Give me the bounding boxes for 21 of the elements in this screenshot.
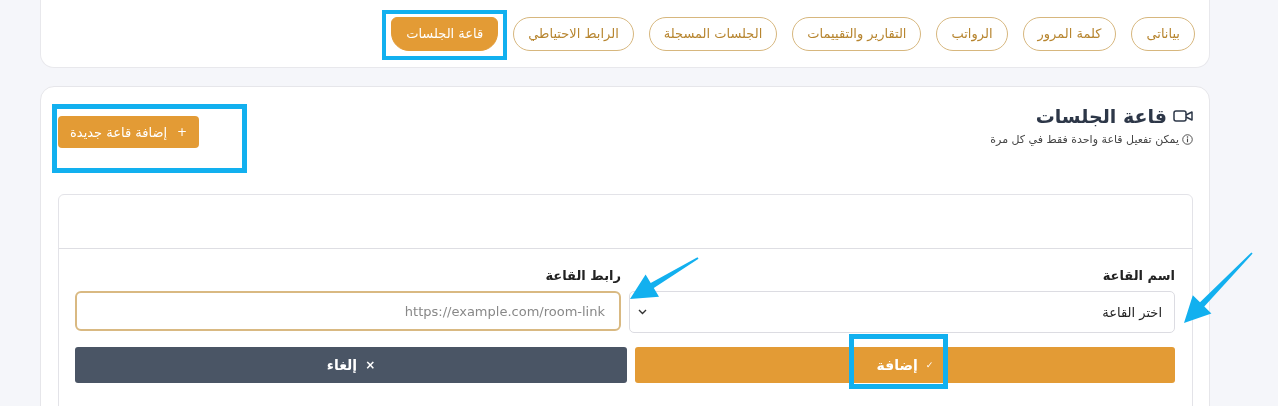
cancel-button[interactable]: × إلغاء bbox=[75, 347, 627, 383]
add-room-button[interactable]: + إضافة قاعة جديدة bbox=[58, 116, 200, 148]
room-select[interactable]: اختر القاعة bbox=[629, 291, 1175, 333]
video-camera-icon bbox=[1173, 109, 1193, 123]
info-icon bbox=[1182, 134, 1193, 145]
tab[interactable]: كلمة المرور bbox=[1022, 16, 1117, 51]
section-title: قاعة الجلسات bbox=[1035, 105, 1167, 127]
tab[interactable]: بياناتى bbox=[1131, 16, 1195, 51]
field-label: رابط القاعة bbox=[544, 268, 621, 283]
tab[interactable]: الرابط الاحتياطي bbox=[513, 16, 634, 51]
tab[interactable]: قاعة الجلسات bbox=[391, 16, 499, 51]
tab[interactable]: التقارير والتقييمات bbox=[792, 16, 922, 51]
tab[interactable]: الرواتب bbox=[936, 16, 1008, 51]
pointer-arrow bbox=[630, 257, 699, 299]
add-button[interactable]: ✓ إضافة bbox=[635, 347, 1175, 383]
hint-text: يمكن تفعيل قاعة واحدة فقط في كل مرة bbox=[990, 133, 1179, 146]
chevron-down-icon bbox=[638, 309, 647, 315]
tab[interactable]: الجلسات المسجلة bbox=[648, 16, 778, 51]
room-link-field[interactable]: https://example.com/room-link bbox=[75, 291, 621, 331]
pointer-arrow bbox=[1184, 252, 1253, 323]
field-label: اسم القاعة bbox=[1101, 268, 1175, 283]
